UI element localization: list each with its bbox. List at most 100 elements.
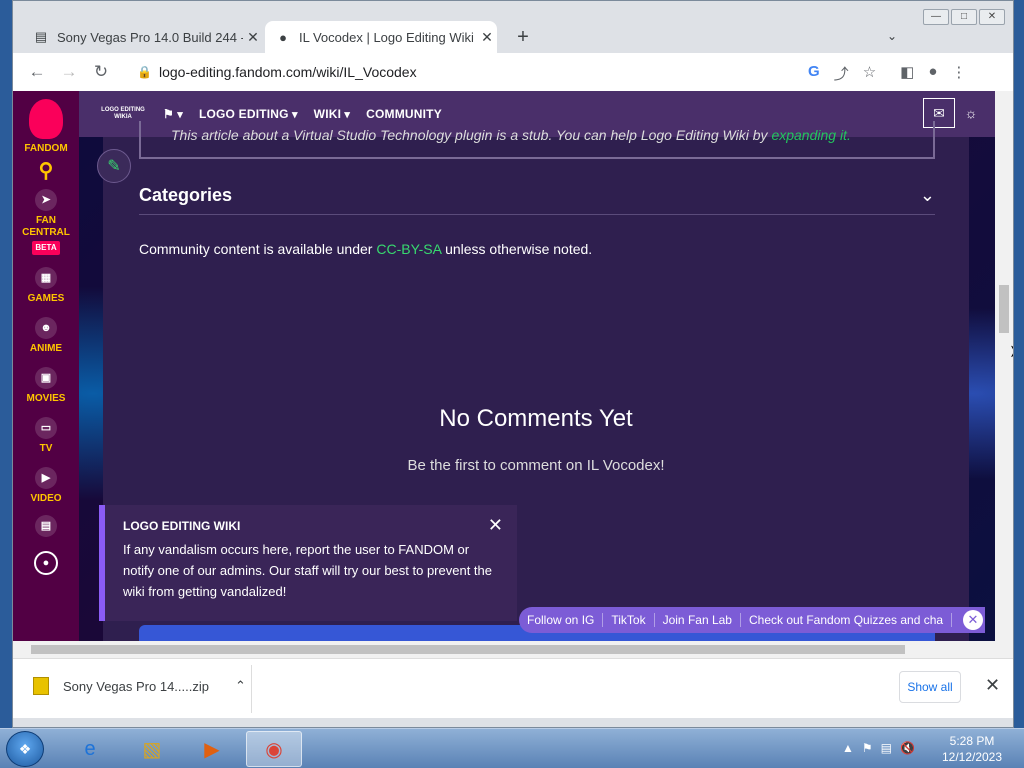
search-icon: ⚲ xyxy=(38,160,54,182)
url-text: logo-editing.fandom.com/wiki/IL_Vocodex xyxy=(159,64,417,80)
close-window-button[interactable]: ✕ xyxy=(979,9,1005,25)
sony-icon: ▤ xyxy=(34,29,48,44)
tab-il-vocodex[interactable]: ● IL Vocodex | Logo Editing Wiki | F ✕ xyxy=(265,21,497,53)
zip-file-icon xyxy=(33,677,49,695)
rocket-icon: ➤ xyxy=(35,189,57,211)
window-controls: — □ ✕ xyxy=(923,9,1005,25)
tab-strip: ▤ Sony Vegas Pro 14.0 Build 244 - ✕ ● IL… xyxy=(13,1,1013,53)
reload-button[interactable]: ↻ xyxy=(89,61,113,83)
nav-tv[interactable]: ▭ TV xyxy=(35,417,57,455)
start-button[interactable]: ❖ xyxy=(6,731,44,767)
close-tab-icon[interactable]: ✕ xyxy=(243,29,263,46)
stub-text: This article about a Virtual Studio Tech… xyxy=(171,127,772,143)
profile-icon[interactable]: ● xyxy=(928,63,937,84)
lock-icon[interactable]: 🔒 xyxy=(137,65,152,79)
fandom-logo[interactable]: FANDOM xyxy=(24,99,68,155)
nav-games[interactable]: ▦ GAMES xyxy=(27,267,65,305)
file-explorer-icon[interactable]: ▧ xyxy=(124,731,180,767)
clock-time: 5:28 PM xyxy=(949,734,995,748)
chrome-icon[interactable]: ◉ xyxy=(246,731,302,767)
show-all-button[interactable]: Show all xyxy=(899,671,961,703)
categories-toggle[interactable]: Categories ⌄ xyxy=(139,177,935,215)
stub-notice: This article about a Virtual Studio Tech… xyxy=(139,121,935,159)
book-icon: ▤ xyxy=(35,515,57,537)
nav-fan-central[interactable]: ➤ FAN CENTRAL BETA xyxy=(13,189,79,255)
play-icon: ▶ xyxy=(35,467,57,489)
nav-wiki[interactable]: WIKI xyxy=(314,107,350,121)
edit-pencil-button[interactable]: ✎ xyxy=(97,149,131,183)
cc-by-sa-link[interactable]: CC-BY-SA xyxy=(376,241,441,257)
action-center-flag-icon[interactable]: ⚑ xyxy=(862,741,873,755)
user-account-button[interactable]: ● xyxy=(34,551,58,579)
minimize-button[interactable]: — xyxy=(923,9,949,25)
bookmark-star-icon[interactable]: ☆ xyxy=(863,63,876,84)
network-icon[interactable]: ▤ xyxy=(881,741,892,755)
maximize-button[interactable]: □ xyxy=(951,9,977,25)
fandom-label: FANDOM xyxy=(24,143,68,154)
follow-ig-link[interactable]: Follow on IG xyxy=(519,613,604,627)
fandom-quizzes-link[interactable]: Check out Fandom Quizzes and cha xyxy=(741,613,953,627)
nav-label: FAN CENTRAL xyxy=(22,215,70,238)
download-item[interactable]: Sony Vegas Pro 14.....zip ⌃ xyxy=(33,677,246,695)
nav-logo-editing[interactable]: LOGO EDITING xyxy=(199,107,298,121)
close-download-bar-icon[interactable]: ✕ xyxy=(985,675,1000,696)
share-icon[interactable]: ⤴ xyxy=(834,63,849,84)
gamepad-icon: ▦ xyxy=(34,267,57,289)
nav-label: ANIME xyxy=(29,343,63,354)
wiki-logo[interactable]: LOGO EDITING WIKIA xyxy=(99,107,147,121)
wiki-home-icon[interactable]: ⚑ xyxy=(163,107,183,121)
tab-sony-vegas[interactable]: ▤ Sony Vegas Pro 14.0 Build 244 - ✕ xyxy=(23,21,263,53)
tiktok-link[interactable]: TikTok xyxy=(603,613,655,627)
close-notification-icon[interactable]: ✕ xyxy=(488,515,503,536)
nav-label: MOVIES xyxy=(26,393,66,404)
user-icon: ● xyxy=(34,551,58,575)
nav-community[interactable]: COMMUNITY xyxy=(366,107,442,121)
license-notice: Community content is available under CC-… xyxy=(139,241,592,257)
license-post: unless otherwise noted. xyxy=(441,241,593,257)
vertical-scrollbar[interactable] xyxy=(995,91,1013,641)
license-pre: Community content is available under xyxy=(139,241,377,257)
chevron-down-icon[interactable]: ⌄ xyxy=(887,29,897,43)
chevron-up-icon[interactable]: ⌃ xyxy=(235,678,246,694)
nav-video[interactable]: ▶ VIDEO xyxy=(30,467,62,505)
be-first-text: Be the first to comment on IL Vocodex! xyxy=(407,457,665,474)
tray-expand-icon[interactable]: ▲ xyxy=(842,741,854,755)
search-button[interactable]: ⚲ xyxy=(38,160,54,182)
close-promo-icon[interactable]: ✕ xyxy=(963,610,983,630)
volume-muted-icon[interactable]: 🔇 xyxy=(900,741,915,755)
windows-taskbar: ❖ e ▧ ▶ ◉ ▲ ⚑ ▤ 🔇 5:28 PM 12/12/2023 xyxy=(0,728,1024,768)
expand-link[interactable]: expanding it. xyxy=(771,127,850,143)
scrollbar-thumb[interactable] xyxy=(31,645,905,654)
horizontal-scrollbar[interactable] xyxy=(13,641,1013,658)
browser-window: ▤ Sony Vegas Pro 14.0 Build 244 - ✕ ● IL… xyxy=(12,0,1014,728)
google-icon[interactable]: G xyxy=(808,63,820,84)
system-tray: ▲ ⚑ ▤ 🔇 xyxy=(842,741,915,755)
clock[interactable]: 5:28 PM 12/12/2023 xyxy=(934,733,1010,765)
divider xyxy=(251,665,252,713)
download-filename: Sony Vegas Pro 14.....zip xyxy=(63,678,209,694)
new-tab-button[interactable]: + xyxy=(511,27,535,47)
close-tab-icon[interactable]: ✕ xyxy=(477,29,497,46)
fandom-flame-icon xyxy=(29,99,63,139)
nav-label: TV xyxy=(39,443,53,454)
media-player-icon[interactable]: ▶ xyxy=(184,731,240,767)
scrollbar-thumb[interactable] xyxy=(999,285,1009,333)
tv-icon: ▭ xyxy=(35,417,57,439)
address-bar-icons: G ⤴ ☆ ◧ ● ⋮ xyxy=(808,63,966,84)
anime-face-icon: ☻ xyxy=(34,317,57,339)
back-button[interactable]: ← xyxy=(25,61,49,83)
join-fan-lab-link[interactable]: Join Fan Lab xyxy=(655,613,741,627)
no-comments-heading: No Comments Yet xyxy=(439,405,633,432)
theme-toggle-sun-icon[interactable]: ☼ xyxy=(955,98,987,128)
nav-anime[interactable]: ☻ ANIME xyxy=(30,317,62,355)
side-panel-icon[interactable]: ◧ xyxy=(900,63,914,84)
tab-title: Sony Vegas Pro 14.0 Build 244 - xyxy=(57,29,243,45)
menu-icon[interactable]: ⋮ xyxy=(951,63,966,84)
nav-movies[interactable]: ▣ MOVIES xyxy=(26,367,66,405)
address-bar[interactable]: 🔒 logo-editing.fandom.com/wiki/IL_Vocode… xyxy=(125,57,909,87)
nav-book[interactable]: ▤ xyxy=(35,515,57,541)
forward-button[interactable]: → xyxy=(57,61,81,83)
internet-explorer-icon[interactable]: e xyxy=(62,731,118,767)
nav-label: GAMES xyxy=(27,293,65,304)
page-viewport: FANDOM ⚲ ➤ FAN CENTRAL BETA ▦ GAMES ☻ AN… xyxy=(13,91,1013,641)
